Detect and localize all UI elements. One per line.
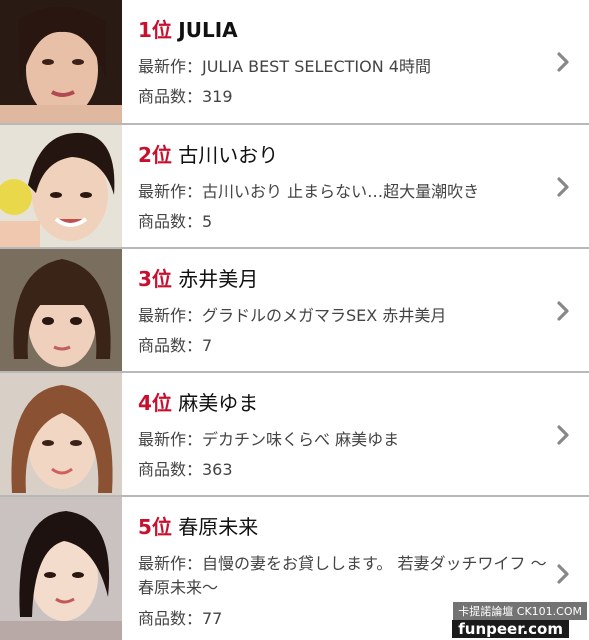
product-count: 商品数：363: [138, 460, 233, 479]
latest-work: 最新作：JULIA BEST SELECTION 4時間: [138, 57, 431, 76]
portrait-photo: [0, 497, 122, 640]
chevron-right-icon: [557, 301, 569, 321]
chevron-right-icon: [557, 52, 569, 72]
list-item[interactable]: 3位 赤井美月 最新作：グラドルのメガマラSEX 赤井美月 商品数：7: [0, 249, 589, 373]
list-item[interactable]: 2位 古川いおり 最新作：古川いおり 止まらない…超大量潮吹き 商品数：5: [0, 125, 589, 249]
actress-name: 赤井美月: [178, 267, 259, 291]
rank-number: 4位: [138, 391, 172, 415]
product-count: 商品数：77: [138, 609, 223, 628]
watermark: funpeer.com: [452, 620, 569, 638]
rank-number: 1位: [138, 18, 172, 42]
rank-number: 5位: [138, 515, 172, 539]
product-count: 商品数：319: [138, 87, 233, 106]
watermark: 卡提諾論壇 CK101.COM: [453, 602, 587, 620]
actress-name: 麻美ゆま: [178, 391, 259, 415]
list-item[interactable]: 4位 麻美ゆま 最新作：デカチン味くらべ 麻美ゆま 商品数：363: [0, 373, 589, 497]
chevron-right-icon: [557, 177, 569, 197]
portrait-photo: [0, 125, 122, 247]
latest-work: 最新作：デカチン味くらべ 麻美ゆま: [138, 430, 400, 449]
latest-work: 最新作：自慢の妻をお貸しします。 若妻ダッチワイフ ～春原未来～: [138, 554, 547, 597]
latest-work: 最新作：グラドルのメガマラSEX 赤井美月: [138, 306, 447, 325]
product-count: 商品数：5: [138, 212, 213, 231]
actress-name: 古川いおり: [178, 143, 279, 167]
product-count: 商品数：7: [138, 336, 213, 355]
actress-name: 春原未来: [178, 515, 259, 539]
rank-number: 3位: [138, 267, 172, 291]
actress-name: JULIA: [178, 18, 238, 42]
chevron-right-icon: [557, 564, 569, 584]
portrait-photo: [0, 249, 122, 371]
latest-work: 最新作：古川いおり 止まらない…超大量潮吹き: [138, 182, 480, 201]
list-item[interactable]: 1位 JULIA 最新作：JULIA BEST SELECTION 4時間 商品…: [0, 0, 589, 125]
portrait-photo: [0, 373, 122, 495]
rank-number: 2位: [138, 143, 172, 167]
chevron-right-icon: [557, 425, 569, 445]
portrait-photo: [0, 0, 122, 123]
